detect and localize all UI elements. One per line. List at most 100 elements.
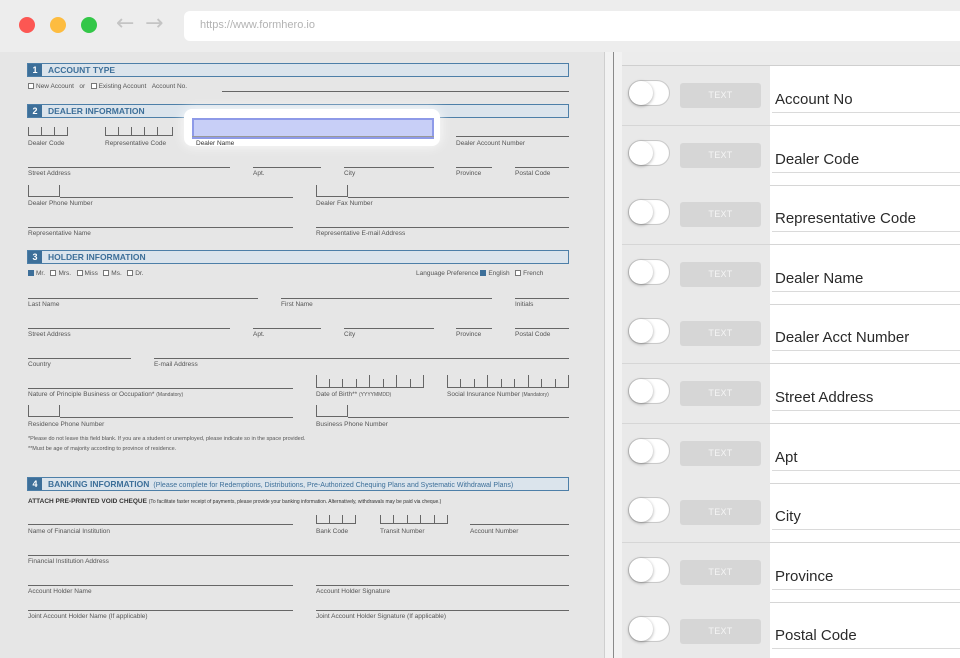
field-type-button[interactable]: TEXT xyxy=(680,143,761,168)
attach-cheque-note: (To facilitate faster receipt of payment… xyxy=(148,499,442,505)
transit-combs xyxy=(380,514,448,524)
section-header-banking-info: 4 BANKING INFORMATION (Please complete fo… xyxy=(27,477,569,491)
section-number: 2 xyxy=(28,105,42,117)
label-language-preference: Language Preference xyxy=(416,270,479,277)
field-type-button[interactable]: TEXT xyxy=(680,560,761,585)
section-title: BANKING INFORMATION (Please complete for … xyxy=(48,479,513,489)
label-ms: Ms. xyxy=(111,270,122,277)
field-label-input[interactable]: Representative Code xyxy=(772,204,960,232)
field-type-button[interactable]: TEXT xyxy=(680,381,761,406)
label-dealer-code: Dealer Code xyxy=(28,140,65,147)
field-label-input[interactable]: Dealer Code xyxy=(772,145,960,173)
dealer-account-line xyxy=(456,136,569,137)
checkbox-existing-account[interactable] xyxy=(90,83,97,90)
label-existing-account: Existing Account xyxy=(98,83,147,90)
label-apt: Apt. xyxy=(253,170,265,177)
field-toggle[interactable] xyxy=(628,378,670,404)
checkbox-french[interactable] xyxy=(515,270,522,277)
field-toggle[interactable] xyxy=(628,199,670,225)
street-line xyxy=(28,167,230,168)
sin-mandatory: (Mandatory) xyxy=(521,392,549,398)
dob-format: (YYYYMMDD) xyxy=(359,392,392,398)
field-type-button[interactable]: TEXT xyxy=(680,321,761,346)
field-label-input[interactable]: Dealer Name xyxy=(772,264,960,292)
field-toggle[interactable] xyxy=(628,318,670,344)
joint-name-line xyxy=(28,610,293,611)
label-holder-apt: Apt. xyxy=(253,331,265,338)
phone-bracket xyxy=(28,185,60,197)
label-rep-code: Representative Code xyxy=(105,140,167,147)
label-sin: Social Insurance Number (Mandatory) xyxy=(447,391,549,398)
field-row: TEXT Dealer Code xyxy=(622,126,960,186)
field-row: TEXT Representative Code xyxy=(622,185,960,245)
label-city: City xyxy=(344,170,356,177)
address-bar[interactable]: https://www.formhero.io xyxy=(184,11,960,41)
label-institution-address: Financial Institution Address xyxy=(28,558,109,565)
res-phone-bracket xyxy=(28,405,60,417)
field-row: TEXT Account No xyxy=(622,66,960,126)
field-type-button[interactable]: TEXT xyxy=(680,262,761,287)
field-toggle[interactable] xyxy=(628,438,670,464)
last-name-line xyxy=(28,298,258,299)
label-transit: Transit Number xyxy=(380,528,425,535)
pdf-form-preview: 1 ACCOUNT TYPE New Account or Existing A… xyxy=(0,52,604,658)
first-name-line xyxy=(281,298,492,299)
checkbox-english[interactable] xyxy=(480,270,487,277)
field-label-input[interactable]: Apt xyxy=(772,443,960,471)
field-type-button[interactable]: TEXT xyxy=(680,202,761,227)
label-street-address: Street Address xyxy=(28,170,71,177)
attach-cheque-text: ATTACH PRE-PRINTED VOID CHEQUE xyxy=(28,498,147,505)
checkbox-dr[interactable] xyxy=(127,270,134,277)
field-label-input[interactable]: Dealer Acct Number xyxy=(772,323,960,351)
holder-apt-line xyxy=(253,328,321,329)
section-title: HOLDER INFORMATION xyxy=(48,252,146,262)
field-toggle[interactable] xyxy=(628,80,670,106)
maximize-window-button[interactable] xyxy=(81,17,97,33)
checkbox-mr[interactable] xyxy=(28,270,34,277)
holder-city-line xyxy=(344,328,434,329)
field-type-button[interactable]: TEXT xyxy=(680,441,761,466)
label-holder-postal: Postal Code xyxy=(515,331,551,338)
toggle-knob xyxy=(629,141,653,165)
field-label-input[interactable]: Province xyxy=(772,562,960,590)
holder-name-line xyxy=(28,585,293,586)
dealer-code-combs xyxy=(28,126,68,136)
forward-arrow-icon[interactable]: → xyxy=(145,11,163,36)
holder-title-row: Mr. Mrs. Miss Ms. Dr. xyxy=(28,270,144,277)
field-toggle[interactable] xyxy=(628,557,670,583)
checkbox-mrs[interactable] xyxy=(50,270,57,277)
field-type-button[interactable]: TEXT xyxy=(680,500,761,525)
checkbox-ms[interactable] xyxy=(103,270,110,277)
section-number: 4 xyxy=(28,478,42,490)
field-row: TEXT Apt xyxy=(622,424,960,484)
toggle-knob xyxy=(629,260,653,284)
close-window-button[interactable] xyxy=(19,17,35,33)
pane-splitter[interactable] xyxy=(604,52,622,658)
field-label-input[interactable]: Account No xyxy=(772,85,960,113)
toggle-knob xyxy=(629,319,653,343)
back-arrow-icon[interactable]: ← xyxy=(116,11,134,36)
field-label-input[interactable]: City xyxy=(772,502,960,530)
field-toggle[interactable] xyxy=(628,616,670,642)
label-holder-street: Street Address xyxy=(28,331,71,338)
checkbox-miss[interactable] xyxy=(76,270,83,277)
field-toggle[interactable] xyxy=(628,259,670,285)
rep-name-line xyxy=(28,227,293,228)
field-label: City xyxy=(775,508,801,525)
sin-combs xyxy=(447,374,569,388)
label-province: Province xyxy=(456,170,482,177)
label-mrs: Mrs. xyxy=(58,270,72,277)
field-type-button[interactable]: TEXT xyxy=(680,619,761,644)
checkbox-new-account[interactable] xyxy=(28,83,34,90)
field-type-button[interactable]: TEXT xyxy=(680,83,761,108)
language-preference-row: Language Preference English French xyxy=(416,270,543,277)
minimize-window-button[interactable] xyxy=(50,17,66,33)
label-rep-name: Representative Name xyxy=(28,230,91,237)
label-dr: Dr. xyxy=(135,270,144,277)
field-toggle[interactable] xyxy=(628,497,670,523)
field-label-input[interactable]: Postal Code xyxy=(772,621,960,649)
field-label: Apt xyxy=(775,449,798,466)
field-toggle[interactable] xyxy=(628,140,670,166)
label-dealer-phone: Dealer Phone Number xyxy=(28,200,93,207)
field-label-input[interactable]: Street Address xyxy=(772,383,960,411)
